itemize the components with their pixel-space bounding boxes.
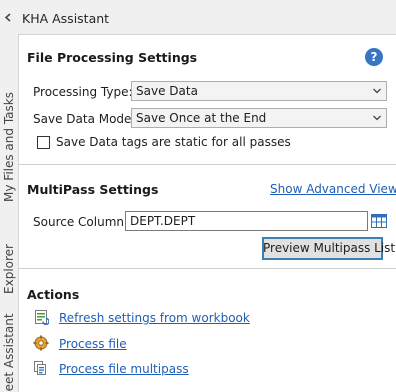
window-title: KHA Assistant (22, 11, 110, 26)
chevron-down-icon (373, 115, 381, 121)
save-data-mode-dropdown[interactable]: Save Once at the End (131, 108, 387, 128)
processing-type-value: Save Data (136, 84, 198, 98)
source-column-label: Source Column: (33, 215, 129, 229)
process-file-link[interactable]: Process file (59, 337, 127, 351)
collapse-chevron-icon[interactable] (4, 13, 13, 22)
save-data-mode-label: Save Data Mode: (33, 112, 136, 126)
title-bar: KHA Assistant (0, 0, 396, 34)
section-divider (19, 268, 396, 269)
tab-explorer[interactable]: Explorer (0, 240, 18, 298)
process-file-icon[interactable] (33, 335, 49, 351)
section-divider (19, 164, 396, 165)
tab-sheet-assistant[interactable]: Sheet Assistant (0, 313, 18, 392)
help-icon[interactable]: ? (365, 48, 383, 66)
save-data-mode-value: Save Once at the End (136, 111, 267, 125)
static-tags-checkbox[interactable] (37, 136, 50, 149)
side-tab-strip: My Files and Tasks Explorer Sheet Assist… (0, 34, 18, 392)
tab-label: My Files and Tasks (2, 92, 16, 202)
refresh-settings-link[interactable]: Refresh settings from workbook (59, 311, 250, 325)
tab-label: Explorer (2, 244, 16, 294)
chevron-down-icon (373, 88, 381, 94)
source-column-input[interactable]: DEPT.DEPT (125, 211, 368, 231)
assistant-panel: File Processing Settings ? Processing Ty… (18, 34, 396, 392)
actions-title: Actions (27, 287, 80, 302)
multipass-title: MultiPass Settings (27, 182, 159, 197)
file-processing-title: File Processing Settings (27, 50, 198, 65)
show-advanced-view-link[interactable]: Show Advanced View (270, 182, 396, 196)
processing-type-label: Processing Type: (33, 85, 133, 99)
refresh-workbook-icon[interactable] (33, 309, 49, 325)
processing-type-dropdown[interactable]: Save Data (131, 81, 387, 101)
process-multipass-icon[interactable] (33, 360, 49, 376)
static-tags-label: Save Data tags are static for all passes (56, 135, 291, 149)
preview-multipass-list-button[interactable]: Preview Multipass List (262, 237, 395, 260)
tab-label: Sheet Assistant (2, 313, 16, 392)
column-picker-icon[interactable] (371, 214, 387, 228)
tab-my-files-and-tasks[interactable]: My Files and Tasks (0, 74, 18, 220)
process-file-multipass-link[interactable]: Process file multipass (59, 362, 189, 376)
